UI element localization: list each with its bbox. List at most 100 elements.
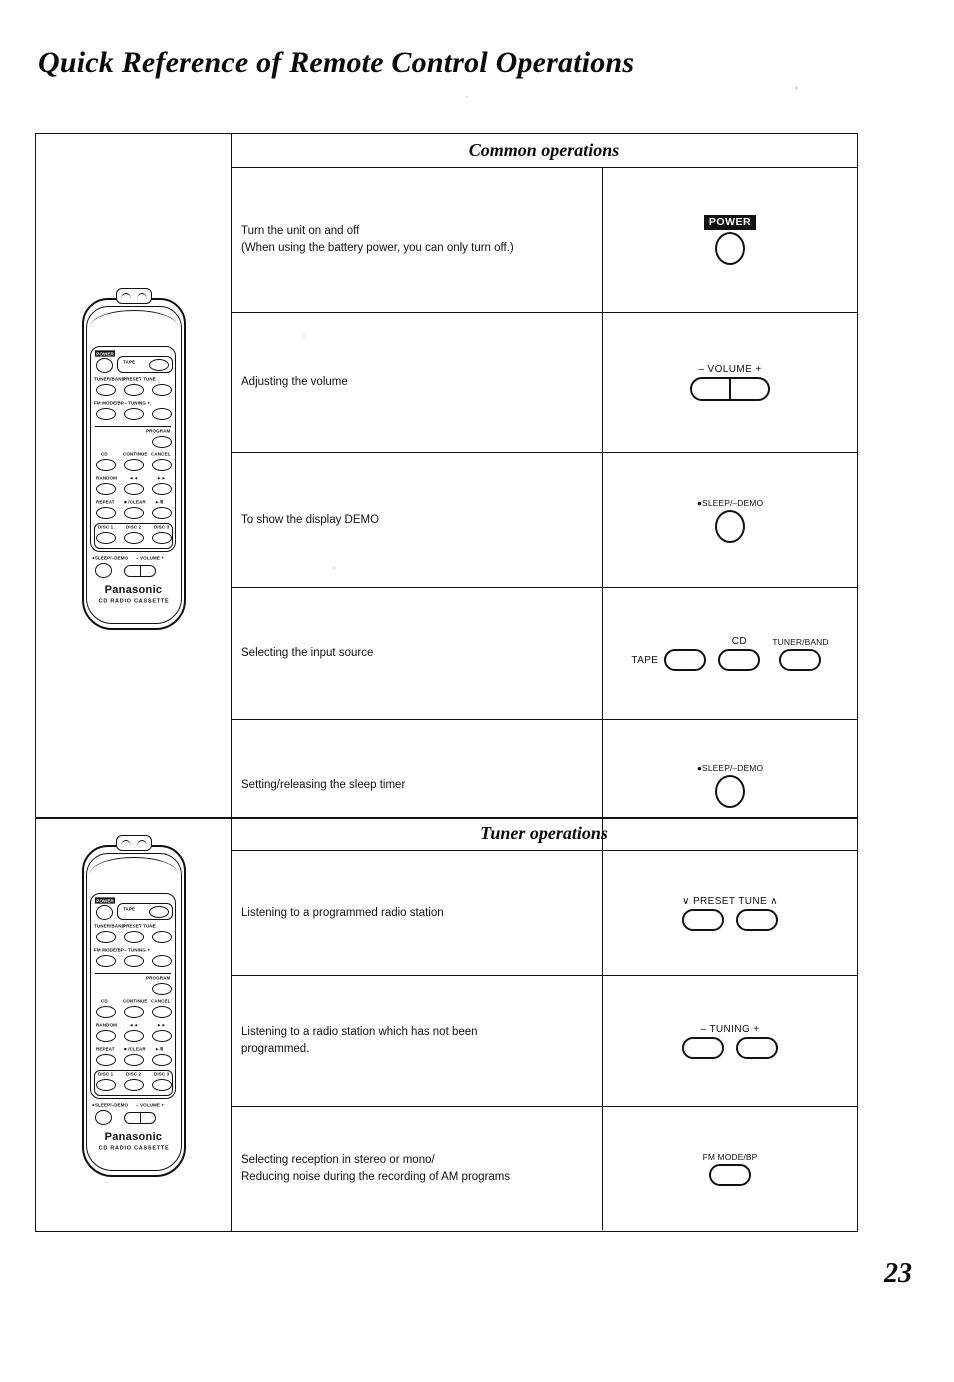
cd-button[interactable] bbox=[718, 649, 761, 671]
row-description-line: Adjusting the volume bbox=[241, 376, 348, 389]
row-description: Turn the unit on and off (When using the… bbox=[231, 168, 603, 312]
table-row: Listening to a radio station which has n… bbox=[231, 976, 857, 1107]
remote-key-random[interactable] bbox=[95, 1030, 116, 1042]
remote-key-repeat[interactable] bbox=[95, 507, 116, 519]
remote-key-label-disc-2: DISC 2 bbox=[125, 1071, 141, 1077]
remote-key-play-pause[interactable] bbox=[151, 1054, 172, 1066]
remote-key-label-skip-back: ◄◄ bbox=[128, 475, 138, 481]
remote-ir-window bbox=[115, 835, 152, 851]
remote-key-preset-tune-up[interactable] bbox=[151, 931, 172, 943]
remote-key-fm-mode-bp[interactable] bbox=[95, 408, 116, 420]
remote-key-disc-3[interactable] bbox=[151, 532, 172, 544]
remote-key-program[interactable] bbox=[151, 983, 172, 995]
remote-ir-window bbox=[115, 288, 152, 304]
remote-key-label-cancel: CANCEL bbox=[150, 998, 170, 1004]
table-row: To show the display DEMO ●SLEEP/–DEMO bbox=[231, 453, 857, 588]
table-row: Turn the unit on and off (When using the… bbox=[231, 168, 857, 313]
remote-key-tuning-down[interactable] bbox=[123, 408, 144, 420]
remote-key-preset-tune-up[interactable] bbox=[151, 384, 172, 396]
remote-key-skip-back[interactable] bbox=[123, 1030, 144, 1042]
row-control: TAPE CD TUNER/BAND bbox=[603, 588, 857, 719]
remote-key-power[interactable] bbox=[95, 358, 113, 373]
cd-control: CD bbox=[718, 636, 761, 671]
remote-key-tuner-band[interactable] bbox=[95, 931, 116, 943]
row-description-line: Listening to a programmed radio station bbox=[241, 906, 444, 919]
fm-mode-button[interactable] bbox=[709, 1163, 751, 1186]
demo-control-group: ●SLEEP/–DEMO bbox=[697, 498, 763, 543]
remote-key-disc-2[interactable] bbox=[123, 1079, 144, 1091]
remote-key-cd[interactable] bbox=[95, 1006, 116, 1018]
remote-key-tuning-up[interactable] bbox=[151, 955, 172, 967]
remote-key-repeat[interactable] bbox=[95, 1054, 116, 1066]
remote-keypad-separator bbox=[94, 426, 171, 427]
remote-key-tape[interactable] bbox=[148, 906, 169, 918]
remote-key-label-program: PROGRAM bbox=[145, 975, 170, 981]
remote-key-skip-back[interactable] bbox=[123, 483, 144, 495]
row-control: ●SLEEP/–DEMO bbox=[603, 453, 857, 587]
remote-key-tape[interactable] bbox=[148, 359, 169, 371]
power-button[interactable] bbox=[714, 232, 745, 265]
remote-key-tuning-down[interactable] bbox=[123, 955, 144, 967]
sleep-timer-button[interactable] bbox=[714, 775, 745, 808]
row-description-line: Setting/releasing the sleep timer bbox=[241, 779, 406, 792]
tuning-up-button[interactable] bbox=[736, 1036, 778, 1059]
remote-key-play-pause[interactable] bbox=[151, 507, 172, 519]
preset-tune-up-button[interactable] bbox=[736, 908, 778, 931]
sleep-demo-button[interactable] bbox=[714, 509, 745, 543]
remote-key-continue[interactable] bbox=[123, 1006, 144, 1018]
tape-control: TAPE bbox=[631, 649, 707, 671]
remote-key-cancel[interactable] bbox=[151, 1006, 172, 1018]
section-tuner-operations: Tuner operations POWER TAPE TUNER/BAND P… bbox=[36, 817, 857, 1231]
remote-key-program[interactable] bbox=[151, 436, 172, 448]
row-description: Selecting the input source bbox=[231, 588, 603, 719]
remote-key-label-program: PROGRAM bbox=[145, 428, 170, 434]
remote-key-label-tape: TAPE bbox=[122, 906, 135, 912]
remote-key-continue[interactable] bbox=[123, 459, 144, 471]
remote-key-label-cd: CD bbox=[100, 451, 108, 457]
remote-key-label-power: POWER bbox=[94, 350, 115, 357]
remote-key-label-preset-tune: PRESET TUNE bbox=[122, 923, 156, 929]
tuner-band-button[interactable] bbox=[779, 649, 822, 671]
sleep-demo-button-label: ●SLEEP/–DEMO bbox=[696, 497, 764, 508]
row-description-line: Selecting the input source bbox=[241, 647, 374, 660]
remote-key-disc-3[interactable] bbox=[151, 1079, 172, 1091]
remote-brand: Panasonic bbox=[104, 1131, 163, 1143]
row-description-line: Reducing noise during the recording of A… bbox=[241, 1170, 511, 1183]
row-description-line: programmed. bbox=[241, 1043, 310, 1055]
remote-key-label-sleep-demo: ●SLEEP/–DEMO bbox=[91, 1102, 128, 1108]
remote-control-graphic: POWER TAPE TUNER/BAND PRESET TUNE FM MOD… bbox=[76, 284, 192, 632]
row-description: Listening to a programmed radio station bbox=[231, 851, 603, 975]
remote-key-skip-forward[interactable] bbox=[151, 1030, 172, 1042]
remote-brand-subtitle: CD RADIO CASSETTE bbox=[98, 597, 169, 604]
remote-key-preset-tune-down[interactable] bbox=[123, 384, 144, 396]
tuning-down-button[interactable] bbox=[682, 1036, 724, 1059]
remote-key-cd[interactable] bbox=[95, 459, 116, 471]
remote-key-disc-1[interactable] bbox=[95, 532, 116, 544]
preset-tune-control-group: ∨ PRESET TUNE ∧ bbox=[682, 896, 778, 931]
remote-key-sleep-demo[interactable] bbox=[94, 1110, 112, 1125]
remote-key-sleep-demo[interactable] bbox=[94, 563, 112, 578]
remote-key-tuner-band[interactable] bbox=[95, 384, 116, 396]
remote-key-power[interactable] bbox=[95, 905, 113, 920]
preset-tune-down-button[interactable] bbox=[682, 908, 724, 931]
row-description: Adjusting the volume bbox=[231, 313, 603, 452]
tape-button[interactable] bbox=[664, 649, 707, 671]
remote-key-skip-forward[interactable] bbox=[151, 483, 172, 495]
remote-key-disc-2[interactable] bbox=[123, 532, 144, 544]
section-header-tuner-label: Tuner operations bbox=[480, 823, 608, 843]
remote-key-random[interactable] bbox=[95, 483, 116, 495]
remote-key-preset-tune-down[interactable] bbox=[123, 931, 144, 943]
remote-key-disc-1[interactable] bbox=[95, 1079, 116, 1091]
remote-key-label-continue: CONTINUE bbox=[122, 998, 147, 1004]
remote-key-cancel[interactable] bbox=[151, 459, 172, 471]
volume-rocker-button[interactable] bbox=[690, 377, 770, 401]
power-control-group: POWER bbox=[703, 215, 757, 265]
sleep-timer-button-label: ●SLEEP/–DEMO bbox=[696, 763, 764, 773]
remote-key-label-fm-mode-bp: FM MODE/BP bbox=[93, 400, 124, 406]
remote-key-stop-clear[interactable] bbox=[123, 1054, 144, 1066]
remote-key-tuning-up[interactable] bbox=[151, 408, 172, 420]
remote-key-fm-mode-bp[interactable] bbox=[95, 955, 116, 967]
table-row: Listening to a programmed radio station … bbox=[231, 851, 857, 976]
remote-key-stop-clear[interactable] bbox=[123, 507, 144, 519]
preset-tune-label: ∨ PRESET TUNE ∧ bbox=[682, 895, 778, 907]
